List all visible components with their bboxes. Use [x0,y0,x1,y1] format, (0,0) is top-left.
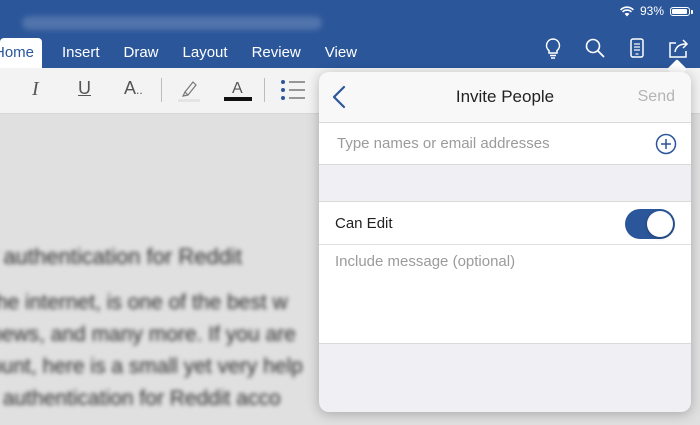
permission-row: Can Edit [319,202,691,245]
document-line: r authentication for Reddit [0,244,242,269]
status-bar: 93% [620,3,693,19]
permission-label: Can Edit [335,215,393,232]
underline-label: U [78,78,91,98]
header-actions [542,36,690,60]
message-area [319,245,691,344]
tab-home[interactable]: Home [0,38,42,68]
tab-review-label: Review [251,44,301,61]
popover-header: Invite People Send [319,72,691,123]
tab-draw[interactable]: Draw [116,38,167,68]
share-icon[interactable] [668,37,690,59]
popover-title: Invite People [455,87,555,106]
font-size-button[interactable]: A.. [124,78,143,99]
lightbulb-icon[interactable] [542,37,564,59]
tab-layout-label: Layout [182,44,228,61]
tab-review[interactable]: Review [244,38,309,68]
document-title-blurred [22,16,322,30]
highlight-button[interactable] [176,76,202,109]
wifi-icon [620,5,634,16]
recipient-row [319,123,691,165]
toolbar-divider [161,78,162,102]
tab-insert-label: Insert [62,44,100,61]
search-icon[interactable] [584,37,606,59]
font-size-label: A [124,78,137,98]
font-size-dots: .. [136,83,143,97]
tab-draw-label: Draw [123,44,159,61]
tab-view[interactable]: View [317,38,365,68]
tab-layout[interactable]: Layout [175,38,236,68]
tab-view-label: View [324,44,358,61]
document-line: news, and many more. If you are [0,323,296,346]
section-spacer [319,165,691,202]
toolbar-divider-2 [264,78,265,102]
document-line: the internet, is one of the best w [0,291,288,314]
recipient-input[interactable] [337,123,637,164]
italic-label: I [32,78,39,100]
bullet-list-icon [281,80,305,100]
tab-insert[interactable]: Insert [54,38,108,68]
send-button[interactable]: Send [638,88,675,106]
battery-percentage: 93% [639,4,664,18]
bullet-list-button[interactable] [280,79,306,106]
font-color-icon: A [224,80,252,101]
can-edit-toggle[interactable] [625,209,675,239]
toggle-knob [647,211,673,237]
document-line: r authentication for Reddit acco [0,387,281,410]
battery-icon [670,6,693,16]
highlighter-icon [178,81,200,102]
ribbon-tabs: Home Insert Draw Layout Review View [0,38,369,68]
document-line: ount, here is a small yet very help [0,355,303,378]
mobile-view-icon[interactable] [626,37,648,59]
underline-button[interactable]: U [78,78,91,99]
app-header: 93% Home Insert Draw Layout Review View [0,0,700,68]
tab-home-label: Home [0,44,34,61]
message-input[interactable] [335,253,675,333]
svg-text:A: A [232,80,243,97]
add-contact-icon[interactable] [655,133,677,155]
font-color-button[interactable]: A [224,76,252,109]
italic-button[interactable]: I [32,78,39,101]
invite-people-popover: Invite People Send Can Edit [319,72,691,412]
